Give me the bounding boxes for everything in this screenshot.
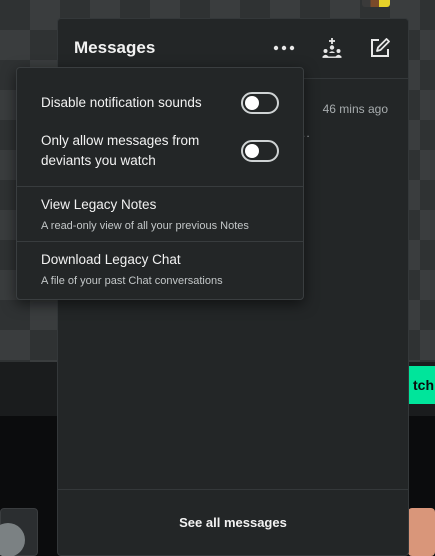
user-avatar[interactable] bbox=[362, 0, 390, 7]
toggle-knob bbox=[245, 144, 259, 158]
see-all-messages-link[interactable]: See all messages bbox=[179, 515, 287, 530]
disable-sounds-toggle[interactable] bbox=[241, 92, 279, 114]
download-legacy-chat-item[interactable]: Download Legacy Chat A file of your past… bbox=[17, 242, 303, 298]
watched-only-option[interactable]: Only allow messages from deviants you wa… bbox=[17, 130, 303, 174]
compose-icon bbox=[371, 38, 390, 57]
disable-sounds-option[interactable]: Disable notification sounds bbox=[17, 88, 303, 120]
message-settings-menu: Disable notification sounds Only allow m… bbox=[16, 67, 304, 300]
new-group-button[interactable] bbox=[320, 36, 344, 60]
watched-only-toggle[interactable] bbox=[241, 140, 279, 162]
disable-sounds-label: Disable notification sounds bbox=[41, 95, 202, 110]
download-legacy-chat-subtitle: A file of your past Chat conversations bbox=[41, 275, 223, 287]
view-legacy-notes-item[interactable]: View Legacy Notes A read-only view of al… bbox=[17, 187, 303, 241]
more-options-button[interactable] bbox=[272, 36, 296, 60]
more-horizontal-icon bbox=[273, 45, 295, 51]
group-add-icon bbox=[322, 38, 342, 58]
message-timestamp: 46 mins ago bbox=[322, 102, 388, 116]
messages-title: Messages bbox=[74, 38, 156, 57]
watch-button-label: tch bbox=[413, 377, 434, 393]
messages-footer: See all messages bbox=[58, 489, 408, 555]
watched-only-label-line1: Only allow messages from bbox=[41, 133, 200, 148]
compose-button[interactable] bbox=[368, 36, 392, 60]
toggle-knob bbox=[245, 96, 259, 110]
view-legacy-notes-subtitle: A read-only view of all your previous No… bbox=[41, 220, 249, 232]
gallery-thumbnail[interactable] bbox=[0, 508, 38, 556]
watched-only-label-line2: deviants you watch bbox=[41, 153, 156, 168]
gallery-thumbnail[interactable] bbox=[408, 508, 435, 556]
watch-button[interactable]: tch bbox=[405, 366, 435, 404]
download-legacy-chat-title: Download Legacy Chat bbox=[41, 252, 181, 267]
view-legacy-notes-title: View Legacy Notes bbox=[41, 197, 157, 212]
